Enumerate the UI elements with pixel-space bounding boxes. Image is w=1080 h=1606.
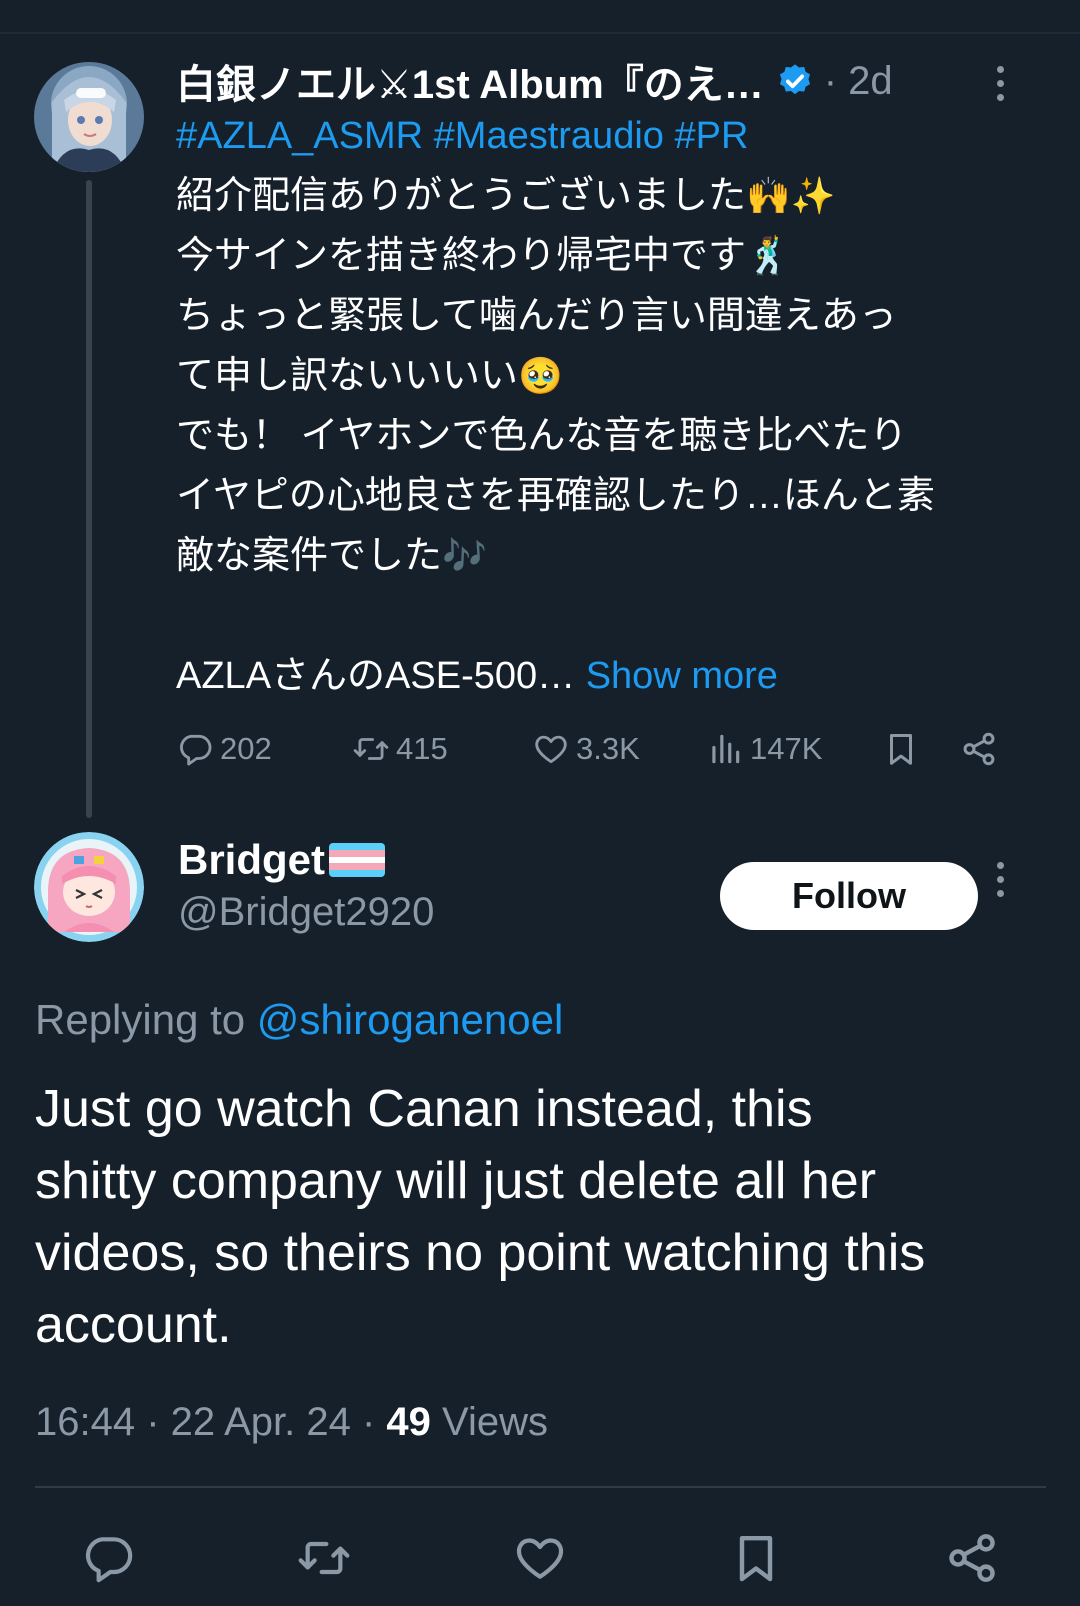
bookmark-icon <box>889 734 913 765</box>
parent-text-line: AZLAさんのASE-500… Show more <box>176 655 778 697</box>
parent-tweet-header: 白銀ノエル⚔1st Album『のえ… · 2d <box>176 56 1056 108</box>
share-button[interactable] <box>942 1528 1002 1588</box>
reply-icon <box>180 734 212 766</box>
reply-text-line: Just go watch Canan instead, this <box>35 1080 813 1138</box>
reply-author-name-row[interactable]: Bridget <box>178 836 385 884</box>
share-icon <box>963 732 995 766</box>
repost-icon <box>353 738 389 760</box>
parent-more-options-icon[interactable] <box>994 66 1006 101</box>
reply-icon <box>85 1537 133 1583</box>
parent-tweet-body: #AZLA_ASMR #Maestraudio #PR 紹介配信ありがとうござい… <box>176 106 1056 706</box>
like-button[interactable] <box>510 1528 570 1588</box>
reply-button[interactable] <box>78 1528 138 1588</box>
teary-face-emoji: 🥹 <box>518 355 563 396</box>
hashtag-link[interactable]: #PR <box>674 115 748 157</box>
parent-tweet-actions: 202 415 3.3K 147K <box>176 724 1026 774</box>
parent-text-line: ちょっと緊張して噛んだり言い間違えあっ <box>176 295 897 337</box>
like-icon <box>535 735 567 764</box>
reply-action-bar <box>0 1528 1080 1588</box>
parent-views-button[interactable]: 147K <box>706 724 822 774</box>
reply-time[interactable]: 16:44 <box>35 1400 135 1444</box>
reply-text-line: account. <box>35 1296 232 1354</box>
like-count: 3.3K <box>576 731 640 766</box>
parent-text-line: て申し訳ないいいい🥹 <box>176 355 563 397</box>
repost-icon <box>298 1541 350 1575</box>
parent-repost-button[interactable]: 415 <box>352 724 448 774</box>
parent-hashtags: #AZLA_ASMR #Maestraudio #PR <box>176 106 1056 166</box>
parent-text-line: 今サインを描き終わり帰宅中です🕺 <box>176 235 791 277</box>
reply-more-options-icon[interactable] <box>994 862 1006 897</box>
parent-share-button[interactable] <box>960 724 1004 774</box>
parent-text-line: 敵な案件でした🎶 <box>176 535 487 577</box>
reply-count: 202 <box>220 731 272 766</box>
reply-timestamp: 16:44 · 22 Apr. 24 · 49 Views <box>35 1400 548 1444</box>
dancing-emoji: 🕺 <box>746 235 791 276</box>
parent-tweet-time[interactable]: · 2d <box>824 59 893 104</box>
bookmark-icon <box>739 1535 773 1582</box>
parent-text-line: でも！ イヤホンで色んな音を聴き比べたり <box>176 415 908 457</box>
action-bar-divider <box>35 1486 1046 1488</box>
reply-date[interactable]: 22 Apr. 24 <box>171 1400 351 1444</box>
like-icon <box>516 1538 564 1579</box>
reply-views-count: 49 <box>386 1400 431 1444</box>
parent-reply-button[interactable]: 202 <box>176 724 272 774</box>
replying-prefix: Replying to <box>35 996 246 1043</box>
reply-text-line: videos, so theirs no point watching this <box>35 1224 926 1282</box>
reply-author-name: Bridget <box>178 836 325 883</box>
parent-text-line: イヤピの心地良さを再確認したり…ほんと素 <box>176 475 935 517</box>
music-notes-emoji: 🎶 <box>442 535 487 576</box>
follow-button[interactable]: Follow <box>720 862 978 930</box>
parent-like-button[interactable]: 3.3K <box>532 724 640 774</box>
top-divider <box>0 32 1080 34</box>
verified-badge-icon <box>779 64 810 95</box>
replying-to: Replying to @shiroganenoel <box>35 996 563 1044</box>
replying-to-handle-link[interactable]: @shiroganenoel <box>257 996 564 1043</box>
reply-text: Just go watch Canan instead, this shitty… <box>35 1073 1045 1361</box>
hashtag-link[interactable]: #Maestraudio <box>434 115 664 157</box>
repost-button[interactable] <box>294 1528 354 1588</box>
parent-author-avatar[interactable] <box>34 62 144 172</box>
parent-bookmark-button[interactable] <box>882 724 926 774</box>
thread-line <box>86 180 92 818</box>
reply-views-label: Views <box>442 1400 548 1444</box>
reply-author-avatar[interactable] <box>34 832 144 942</box>
reply-author-handle[interactable]: @Bridget2920 <box>178 890 434 935</box>
show-more-link[interactable]: Show more <box>586 655 778 697</box>
views-count: 147K <box>750 731 823 766</box>
repost-count: 415 <box>396 731 448 766</box>
parent-author-name[interactable]: 白銀ノエル⚔1st Album『のえ… <box>176 52 764 110</box>
hashtag-link[interactable]: #AZLA_ASMR <box>176 115 423 157</box>
raised-hands-sparkles-emoji: 🙌✨ <box>746 175 836 216</box>
parent-text-line: 紹介配信ありがとうございました🙌✨ <box>176 175 836 217</box>
bookmark-button[interactable] <box>726 1528 786 1588</box>
reply-text-line: shitty company will just delete all her <box>35 1152 877 1210</box>
views-icon <box>712 734 740 764</box>
trans-flag-icon <box>329 843 385 877</box>
share-icon <box>949 1534 995 1582</box>
